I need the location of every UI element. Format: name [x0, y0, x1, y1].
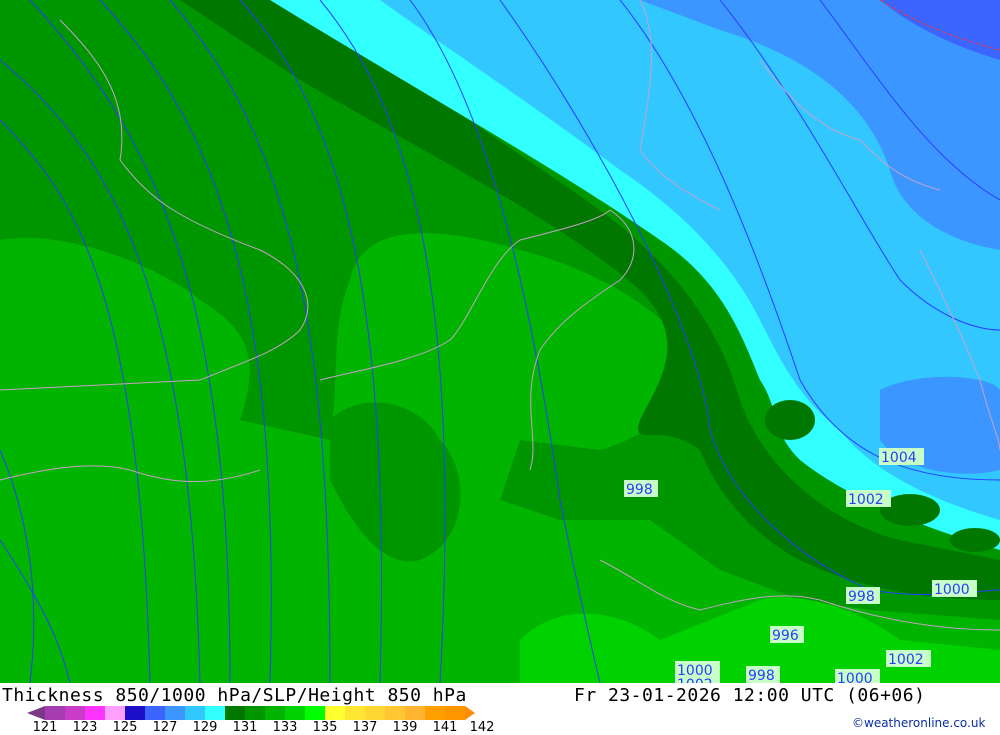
isobar-label: 1000 [934, 582, 970, 598]
legend-swatch [205, 706, 225, 720]
legend-swatch [285, 706, 305, 720]
isobar-label: 1002 [888, 652, 924, 668]
thickness-patch [765, 400, 815, 440]
legend-swatch [45, 706, 65, 720]
color-scale-legend [27, 706, 475, 720]
legend-swatch [65, 706, 85, 720]
map-footer: Thickness 850/1000 hPa/SLP/Height 850 hP… [0, 683, 1000, 735]
legend-swatch [445, 706, 465, 720]
legend-swatch [465, 706, 475, 720]
legend-swatch [305, 706, 325, 720]
valid-time: Fr 23-01-2026 12:00 UTC (06+06) [574, 685, 926, 706]
isobar-label: 998 [748, 668, 775, 683]
isobar-label: 1000 [837, 671, 873, 683]
map-title: Thickness 850/1000 hPa/SLP/Height 850 hP… [2, 685, 467, 706]
legend-swatch [425, 706, 445, 720]
legend-swatch [245, 706, 265, 720]
legend-swatch [27, 706, 45, 720]
legend-swatch [345, 706, 365, 720]
legend-swatch [105, 706, 125, 720]
legend-swatch [145, 706, 165, 720]
weather-map: 998 1004 1002 1000 998 996 1002 1000 100… [0, 0, 1000, 683]
legend-swatch [125, 706, 145, 720]
isobar-label: 1002 [848, 492, 884, 508]
legend-swatch [165, 706, 185, 720]
isobar-label: 996 [772, 628, 799, 644]
isobar-label: 1004 [881, 450, 917, 466]
legend-swatch [325, 706, 345, 720]
legend-swatch [185, 706, 205, 720]
legend-swatch [225, 706, 245, 720]
credit-link[interactable]: ©weatheronline.co.uk [852, 716, 985, 730]
legend-swatch [85, 706, 105, 720]
thickness-patch [950, 528, 1000, 552]
legend-swatch [405, 706, 425, 720]
legend-swatch [265, 706, 285, 720]
legend-swatch [365, 706, 385, 720]
legend-swatch [385, 706, 405, 720]
isobar-label: 998 [626, 482, 653, 498]
isobar-label: 998 [848, 589, 875, 605]
